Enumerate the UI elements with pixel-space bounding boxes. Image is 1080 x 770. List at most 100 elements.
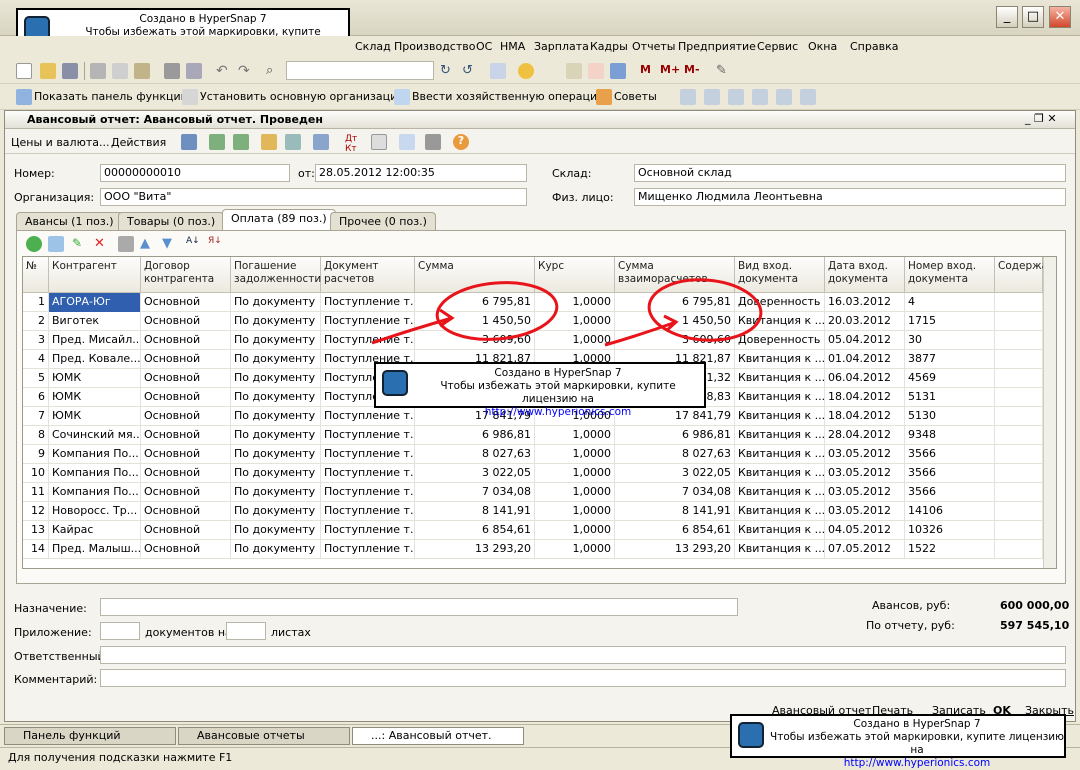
row-content[interactable] <box>995 350 1043 369</box>
sort-asc-icon[interactable]: A↓ <box>186 236 202 252</box>
row-counterparty[interactable]: ЮМК <box>49 369 141 388</box>
row-content[interactable] <box>995 331 1043 350</box>
menu-item-windows[interactable]: Окна <box>808 40 837 53</box>
col-header-rate[interactable]: Курс <box>535 257 615 293</box>
memory-icon[interactable]: M <box>640 63 656 79</box>
row-doc-date[interactable]: 03.05.2012 <box>825 464 905 483</box>
row-rate[interactable]: 1,0000 <box>535 293 615 312</box>
row-content[interactable] <box>995 426 1043 445</box>
date-field[interactable]: 28.05.2012 12:00:35 <box>315 164 527 182</box>
row-doc-type[interactable]: Квитанция к ... <box>735 312 825 331</box>
col-header-content[interactable]: Содержа <box>995 257 1048 293</box>
menu-item-sklad[interactable]: Склад <box>355 40 391 53</box>
row-num[interactable]: 5 <box>23 369 49 388</box>
row-counterparty[interactable]: ЮМК <box>49 407 141 426</box>
table-row[interactable]: 2 Виготек Основной По документу Поступление … <box>23 312 1043 331</box>
row-contract[interactable]: Основной <box>141 350 231 369</box>
row-num[interactable]: 3 <box>23 331 49 350</box>
redo-icon[interactable]: ↷ <box>238 63 254 79</box>
col-header-counterparty[interactable]: Контрагент <box>49 257 141 293</box>
row-content[interactable] <box>995 483 1043 502</box>
row-repayment[interactable]: По документу <box>231 312 321 331</box>
row-counterparty[interactable]: Сочинский мя... <box>49 426 141 445</box>
col-header-contract[interactable]: Договор контрагента <box>141 257 231 293</box>
row-content[interactable] <box>995 521 1043 540</box>
search-next-icon[interactable]: ↻ <box>440 63 456 79</box>
row-contract[interactable]: Основной <box>141 407 231 426</box>
memory-plus-icon[interactable]: M+ <box>660 63 682 79</box>
table-row[interactable]: 8 Сочинский мя... Основной По документу Пост… <box>23 426 1043 445</box>
row-contract[interactable]: Основной <box>141 483 231 502</box>
col-header-settlement-sum[interactable]: Сумма взаиморасчетов <box>615 257 735 293</box>
doc-tool-icon-4[interactable] <box>261 134 277 150</box>
row-num[interactable]: 6 <box>23 388 49 407</box>
row-content[interactable] <box>995 369 1043 388</box>
prices-button[interactable]: Цены и валюта... <box>11 136 109 149</box>
table-row[interactable]: 1 АГОРА-Юг Основной По документу Поступление… <box>23 293 1043 312</box>
row-settlement-doc[interactable]: Поступление т... <box>321 483 415 502</box>
row-rate[interactable]: 1,0000 <box>535 540 615 559</box>
row-repayment[interactable]: По документу <box>231 521 321 540</box>
row-num[interactable]: 8 <box>23 426 49 445</box>
row-repayment[interactable]: По документу <box>231 350 321 369</box>
row-content[interactable] <box>995 312 1043 331</box>
report-icon-2[interactable] <box>704 89 720 105</box>
windows-icon[interactable] <box>490 63 506 79</box>
row-contract[interactable]: Основной <box>141 464 231 483</box>
menu-item-staff[interactable]: Кадры <box>590 40 628 53</box>
save-icon[interactable] <box>62 63 78 79</box>
menu-item-salary[interactable]: Зарплата <box>534 40 589 53</box>
users-icon[interactable] <box>610 63 626 79</box>
row-settlement-sum[interactable]: 6 854,61 <box>615 521 735 540</box>
row-doc-type[interactable]: Квитанция к ... <box>735 540 825 559</box>
row-repayment[interactable]: По документу <box>231 426 321 445</box>
col-header-sum[interactable]: Сумма <box>415 257 535 293</box>
calendar-icon[interactable] <box>588 63 604 79</box>
row-doc-number[interactable]: 4569 <box>905 369 995 388</box>
row-doc-number[interactable]: 1522 <box>905 540 995 559</box>
tab-goods[interactable]: Товары (0 поз.) <box>118 212 225 231</box>
person-field[interactable]: Мищенко Людмила Леонтьевна <box>634 188 1066 206</box>
row-settlement-sum[interactable]: 8 027,63 <box>615 445 735 464</box>
row-contract[interactable]: Основной <box>141 502 231 521</box>
row-repayment[interactable]: По документу <box>231 540 321 559</box>
row-num[interactable]: 7 <box>23 407 49 426</box>
row-doc-date[interactable]: 28.04.2012 <box>825 426 905 445</box>
vertical-scrollbar[interactable] <box>1043 257 1056 568</box>
print-icon[interactable] <box>164 63 180 79</box>
table-row[interactable]: 12 Новоросс. Тр... Основной По документу Пос… <box>23 502 1043 521</box>
delete-row-icon[interactable]: ✕ <box>94 236 110 252</box>
report-icon-6[interactable] <box>800 89 816 105</box>
row-counterparty[interactable]: Пред. Малыш... <box>49 540 141 559</box>
menu-item-service[interactable]: Сервис <box>757 40 798 53</box>
sort-desc-icon[interactable]: Я↓ <box>208 236 224 252</box>
task-advance-report-doc[interactable]: ...: Авансовый отчет. Прове... <box>352 727 524 758</box>
row-counterparty[interactable]: Компания По... <box>49 464 141 483</box>
table-row[interactable]: 10 Компания По... Основной По документу Пост… <box>23 464 1043 483</box>
row-doc-number[interactable]: 3566 <box>905 483 995 502</box>
row-doc-type[interactable]: Квитанция к ... <box>735 521 825 540</box>
row-repayment[interactable]: По документу <box>231 445 321 464</box>
row-settlement-sum[interactable]: 1 450,50 <box>615 312 735 331</box>
paste-icon[interactable] <box>134 63 150 79</box>
row-doc-type[interactable]: Квитанция к ... <box>735 464 825 483</box>
row-sum[interactable]: 1 450,50 <box>415 312 535 331</box>
attachment-sheets-field[interactable] <box>226 622 266 640</box>
row-counterparty[interactable]: Компания По... <box>49 445 141 464</box>
row-rate[interactable]: 1,0000 <box>535 483 615 502</box>
row-counterparty[interactable]: Виготек <box>49 312 141 331</box>
row-doc-number[interactable]: 3566 <box>905 464 995 483</box>
row-settlement-doc[interactable]: Поступление т... <box>321 426 415 445</box>
row-rate[interactable]: 1,0000 <box>535 312 615 331</box>
row-sum[interactable]: 13 293,20 <box>415 540 535 559</box>
edit-row-icon[interactable]: ✎ <box>72 236 88 252</box>
row-doc-number[interactable]: 1715 <box>905 312 995 331</box>
row-doc-type[interactable]: Квитанция к ... <box>735 502 825 521</box>
doc-tool-icon-9[interactable] <box>425 134 441 150</box>
report-icon-3[interactable] <box>728 89 744 105</box>
table-row[interactable]: 14 Пред. Малыш... Основной По документу Пост… <box>23 540 1043 559</box>
col-header-repayment[interactable]: Погашение задолженности <box>231 257 321 293</box>
row-doc-number[interactable]: 10326 <box>905 521 995 540</box>
row-rate[interactable]: 1,0000 <box>535 502 615 521</box>
row-doc-type[interactable]: Квитанция к ... <box>735 445 825 464</box>
